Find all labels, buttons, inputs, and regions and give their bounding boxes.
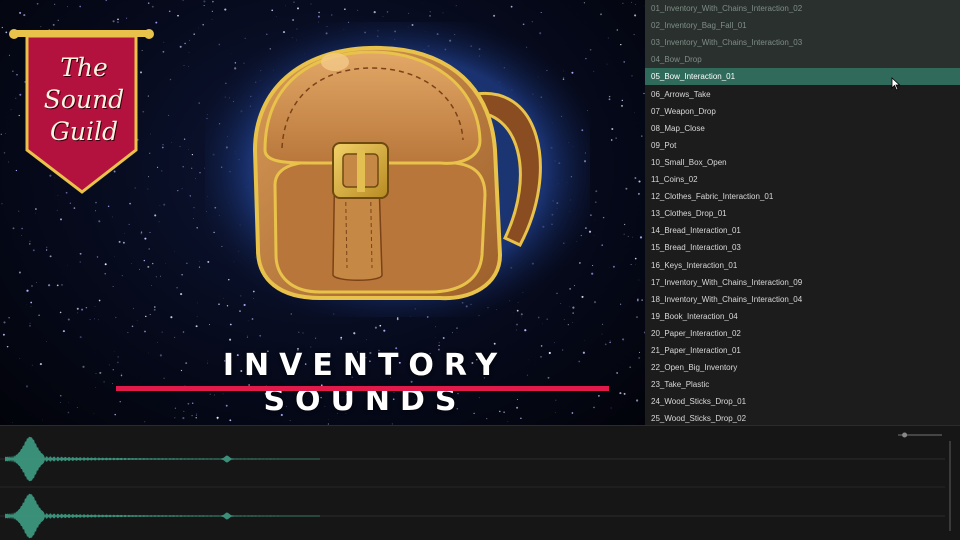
playlist-item[interactable]: 08_Map_Close (645, 120, 960, 137)
playlist-item[interactable]: 12_Clothes_Fabric_Interaction_01 (645, 188, 960, 205)
playlist-item[interactable]: 14_Bread_Interaction_01 (645, 222, 960, 239)
playlist-item[interactable]: 15_Bread_Interaction_03 (645, 239, 960, 256)
playlist-item[interactable]: 19_Book_Interaction_04 (645, 308, 960, 325)
playlist-item[interactable]: 03_Inventory_With_Chains_Interaction_03 (645, 34, 960, 52)
waveform-channel-left (5, 436, 320, 482)
playlist-item[interactable]: 23_Take_Plastic (645, 376, 960, 393)
album-artwork: The Sound Guild INVENTORY SOUNDS (0, 0, 645, 425)
banner-line-2: Sound (43, 85, 125, 114)
title-underline (116, 386, 609, 391)
playlist-item[interactable]: 09_Pot (645, 137, 960, 154)
playlist-item[interactable]: 18_Inventory_With_Chains_Interaction_04 (645, 291, 960, 308)
waveform-panel[interactable] (0, 425, 960, 540)
waveform-canvas[interactable] (0, 426, 960, 540)
playlist-item[interactable]: 07_Weapon_Drop (645, 103, 960, 120)
playlist-item[interactable]: 04_Bow_Drop (645, 51, 960, 69)
playlist-item[interactable]: 17_Inventory_With_Chains_Interaction_09 (645, 274, 960, 291)
volume-slider-handle[interactable] (902, 432, 908, 438)
playlist-item[interactable]: 13_Clothes_Drop_01 (645, 205, 960, 222)
playlist-item[interactable]: 20_Paper_Interaction_02 (645, 325, 960, 342)
playlist-item[interactable]: 06_Arrows_Take (645, 86, 960, 103)
playlist-item[interactable]: 10_Small_Box_Open (645, 154, 960, 171)
playlist-item[interactable]: 21_Paper_Interaction_01 (645, 342, 960, 359)
playlist-item[interactable]: 01_Inventory_With_Chains_Interaction_02 (645, 0, 960, 17)
playlist-item[interactable]: 25_Wood_Sticks_Drop_02 (645, 410, 960, 425)
playlist-item[interactable]: 22_Open_Big_Inventory (645, 359, 960, 376)
playlist-item[interactable]: 05_Bow_Interaction_01 (645, 68, 960, 86)
artwork-title: INVENTORY SOUNDS (222, 348, 508, 418)
playlist-panel: 01_Inventory_With_Chains_Interaction_02 0… (645, 0, 960, 425)
playlist-item[interactable]: 24_Wood_Sticks_Drop_01 (645, 393, 960, 410)
playlist-item[interactable]: 11_Coins_02 (645, 171, 960, 188)
playlist-item[interactable]: 02_Inventory_Bag_Fall_01 (645, 17, 960, 35)
banner-line-3: Guild (49, 117, 119, 146)
playlist-item[interactable]: 16_Keys_Interaction_01 (645, 257, 960, 274)
banner-line-1: The (60, 53, 108, 82)
waveform-channel-right (5, 493, 320, 539)
mouse-cursor-icon (891, 77, 901, 91)
